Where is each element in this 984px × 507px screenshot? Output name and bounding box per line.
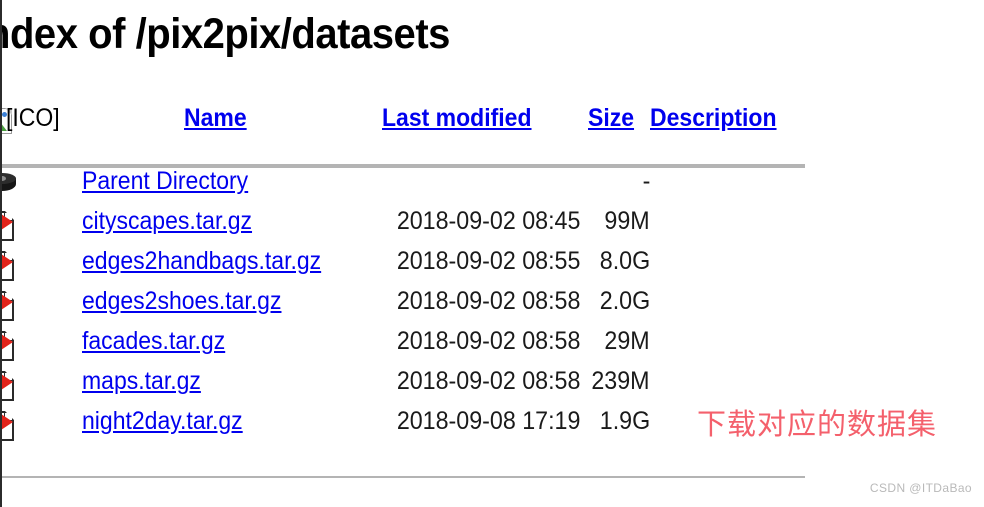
parent-directory-icon [0,167,22,201]
row-date-cell [362,167,580,185]
sort-by-description-link[interactable]: Description [650,104,777,133]
row-icon-cell [0,167,22,201]
file-link[interactable]: edges2handbags.tar.gz [82,247,321,276]
row-icon-cell [0,247,22,281]
directory-listing-table: [ICO] Name Last modified Size Descriptio… [0,104,820,447]
footer-divider [2,476,805,478]
row-date-cell: 2018-09-02 08:55 [396,247,580,275]
ico-column-label: [ICO] [6,104,60,132]
header-date-cell: Last modified [382,104,545,133]
row-size-cell: 99M [604,207,650,235]
row-icon-cell [0,367,22,401]
broken-image-icon [0,327,22,361]
row-name-cell: night2day.tar.gz [82,407,257,436]
row-icon-cell [0,407,22,441]
row-icon-cell [0,207,22,241]
row-name-cell: maps.tar.gz [82,367,211,396]
file-link[interactable]: cityscapes.tar.gz [82,207,252,236]
row-date-cell: 2018-09-02 08:58 [396,327,580,355]
row-date-cell: 2018-09-02 08:58 [396,367,580,395]
broken-image-icon [0,367,22,401]
table-row[interactable]: Parent Directory - [0,167,820,207]
table-row[interactable]: cityscapes.tar.gz 2018-09-02 08:45 99M [0,207,820,247]
table-row[interactable]: edges2shoes.tar.gz 2018-09-02 08:58 2.0G [0,287,820,327]
row-date-cell: 2018-09-02 08:58 [396,287,580,315]
row-size-cell: 239M [591,367,650,395]
header-size-cell: Size [588,104,638,133]
sort-by-size-link[interactable]: Size [588,104,634,133]
row-size-cell: 29M [604,327,650,355]
row-name-cell: edges2handbags.tar.gz [82,247,342,276]
row-icon-cell [0,327,22,361]
file-link[interactable]: night2day.tar.gz [82,407,243,436]
file-link[interactable]: edges2shoes.tar.gz [82,287,281,316]
row-size-cell: 8.0G [599,247,650,275]
annotation-text: 下载对应的数据集 [697,407,938,441]
header-icon-cell: [ICO] [0,104,60,138]
parent-directory-link[interactable]: Parent Directory [82,167,248,196]
header-name-cell: Name [184,104,252,133]
row-name-cell: cityscapes.tar.gz [82,207,267,236]
directory-index-page: ndex of /pix2pix/datasets [ICO] Name Las… [0,0,984,507]
broken-image-icon [0,407,22,441]
row-date-cell: 2018-09-08 17:19 [396,407,580,435]
row-name-cell: facades.tar.gz [82,327,238,356]
window-left-edge [0,0,2,507]
file-link[interactable]: facades.tar.gz [82,327,225,356]
broken-image-icon [0,287,22,321]
broken-image-icon [0,247,22,281]
sort-by-last-modified-link[interactable]: Last modified [382,104,532,133]
watermark: CSDN @ITDaBao [869,481,972,495]
row-size-cell: 1.9G [599,407,650,435]
row-size-cell: - [642,167,650,195]
table-header-row: [ICO] Name Last modified Size Descriptio… [0,104,820,148]
row-date-cell: 2018-09-02 08:45 [396,207,580,235]
sort-by-name-link[interactable]: Name [184,104,247,133]
page-title: ndex of /pix2pix/datasets [0,10,450,58]
row-size-cell: 2.0G [599,287,650,315]
table-top-divider [2,164,805,166]
row-name-cell: edges2shoes.tar.gz [82,287,299,316]
row-icon-cell [0,287,22,321]
table-row[interactable]: facades.tar.gz 2018-09-02 08:58 29M [0,327,820,367]
header-description-cell: Description [650,104,788,133]
file-link[interactable]: maps.tar.gz [82,367,201,396]
row-name-cell: Parent Directory [82,167,263,196]
table-row[interactable]: edges2handbags.tar.gz 2018-09-02 08:55 8… [0,247,820,287]
broken-image-icon [0,207,22,241]
